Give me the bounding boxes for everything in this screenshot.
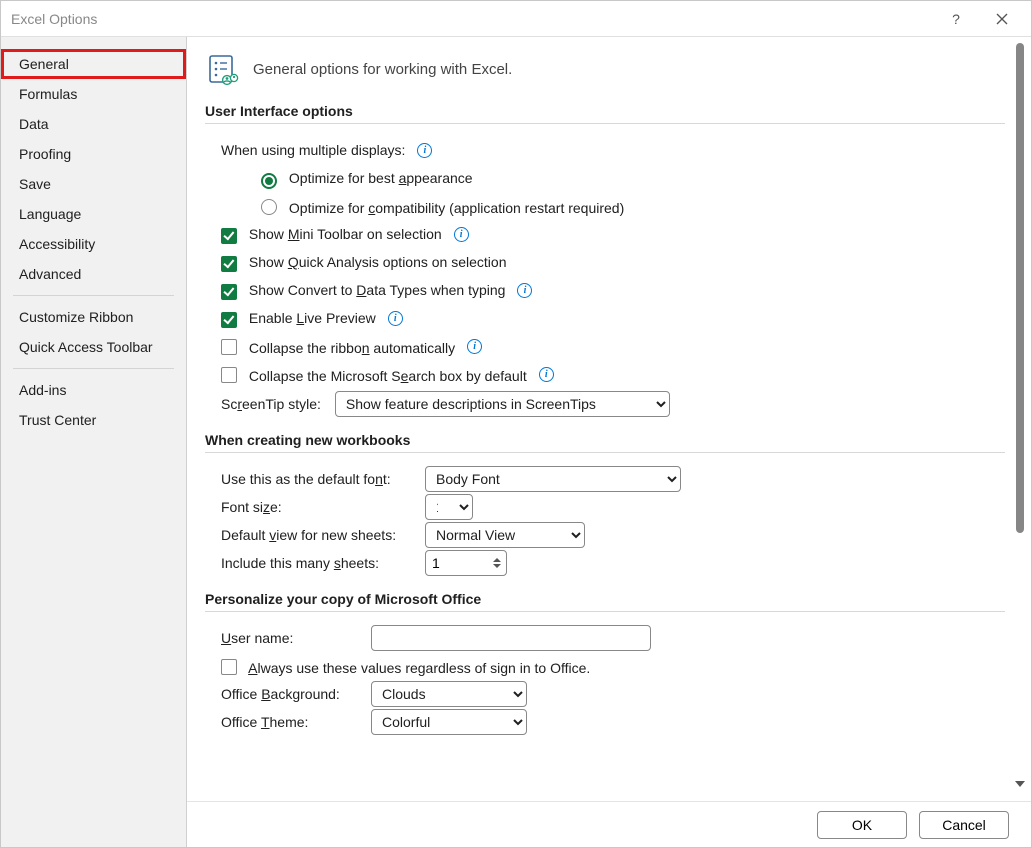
- background-select[interactable]: Clouds: [371, 681, 527, 707]
- sidebar-item-trust-center[interactable]: Trust Center: [1, 405, 186, 435]
- sidebar-separator: [13, 295, 174, 296]
- screentip-label: ScreenTip style:: [221, 396, 321, 412]
- default-font-select[interactable]: Body Font: [425, 466, 681, 492]
- sidebar-item-advanced[interactable]: Advanced: [1, 259, 186, 289]
- sheets-spinner[interactable]: [425, 550, 507, 576]
- font-size-select[interactable]: 11: [425, 494, 473, 520]
- screentip-select[interactable]: Show feature descriptions in ScreenTips: [335, 391, 670, 417]
- section-ui-options: User Interface options: [205, 103, 1005, 119]
- info-icon[interactable]: [539, 367, 554, 382]
- sidebar-item-accessibility[interactable]: Accessibility: [1, 229, 186, 259]
- sidebar-item-language[interactable]: Language: [1, 199, 186, 229]
- cb-mini-toolbar[interactable]: Show Mini Toolbar on selection: [221, 226, 442, 242]
- cb-collapse-ribbon[interactable]: Collapse the ribbon automatically: [221, 337, 455, 356]
- cb-collapse-search[interactable]: Collapse the Microsoft Search box by def…: [221, 365, 527, 384]
- sidebar-item-data[interactable]: Data: [1, 109, 186, 139]
- info-icon[interactable]: [517, 283, 532, 298]
- titlebar: Excel Options ?: [1, 1, 1031, 37]
- sheets-value[interactable]: [426, 555, 480, 571]
- sidebar-item-customize-ribbon[interactable]: Customize Ribbon: [1, 302, 186, 332]
- close-icon: [996, 13, 1008, 25]
- radio-optimize-appearance[interactable]: Optimize for best appearance: [261, 170, 473, 187]
- info-icon[interactable]: [454, 227, 469, 242]
- sidebar-item-quick-access-toolbar[interactable]: Quick Access Toolbar: [1, 332, 186, 362]
- excel-options-window: Excel Options ? GeneralFormulasDataProof…: [0, 0, 1032, 848]
- info-icon[interactable]: [388, 311, 403, 326]
- sidebar: GeneralFormulasDataProofingSaveLanguageA…: [1, 37, 187, 847]
- radio-optimize-compat[interactable]: Optimize for compatibility (application …: [261, 197, 624, 216]
- help-button[interactable]: ?: [933, 4, 979, 34]
- background-label: Office Background:: [221, 686, 357, 702]
- section-new-workbooks: When creating new workbooks: [205, 432, 1005, 448]
- default-view-select[interactable]: Normal View: [425, 522, 585, 548]
- multi-displays-label: When using multiple displays:: [221, 142, 405, 158]
- page-title: General options for working with Excel.: [253, 61, 512, 78]
- sheets-label: Include this many sheets:: [221, 555, 411, 571]
- cb-live-preview[interactable]: Enable Live Preview: [221, 310, 376, 326]
- sidebar-item-general[interactable]: General: [1, 49, 186, 79]
- default-font-label: Use this as the default font:: [221, 471, 411, 487]
- cb-quick-analysis[interactable]: Show Quick Analysis options on selection: [221, 254, 507, 270]
- ok-button[interactable]: OK: [817, 811, 907, 839]
- section-personalize: Personalize your copy of Microsoft Offic…: [205, 591, 1005, 607]
- vertical-scrollbar[interactable]: [1013, 37, 1027, 793]
- scrollbar-thumb[interactable]: [1016, 43, 1024, 533]
- username-label: User name:: [221, 630, 357, 646]
- cb-data-types[interactable]: Show Convert to Data Types when typing: [221, 282, 505, 298]
- dialog-footer: OK Cancel: [187, 801, 1031, 847]
- sidebar-item-formulas[interactable]: Formulas: [1, 79, 186, 109]
- info-icon[interactable]: [467, 339, 482, 354]
- sidebar-separator: [13, 368, 174, 369]
- cancel-button[interactable]: Cancel: [919, 811, 1009, 839]
- sidebar-item-proofing[interactable]: Proofing: [1, 139, 186, 169]
- scroll-down-icon[interactable]: [1015, 781, 1025, 787]
- close-button[interactable]: [979, 4, 1025, 34]
- info-icon[interactable]: [417, 143, 432, 158]
- general-header-icon: [205, 51, 241, 87]
- content-pane: General options for working with Excel. …: [187, 37, 1031, 801]
- cb-always-use[interactable]: Always use these values regardless of si…: [221, 657, 590, 676]
- sidebar-item-save[interactable]: Save: [1, 169, 186, 199]
- theme-select[interactable]: Colorful: [371, 709, 527, 735]
- theme-label: Office Theme:: [221, 714, 357, 730]
- sidebar-item-add-ins[interactable]: Add-ins: [1, 375, 186, 405]
- username-input[interactable]: [371, 625, 651, 651]
- font-size-label: Font size:: [221, 499, 411, 515]
- default-view-label: Default view for new sheets:: [221, 527, 411, 543]
- window-title: Excel Options: [11, 11, 97, 27]
